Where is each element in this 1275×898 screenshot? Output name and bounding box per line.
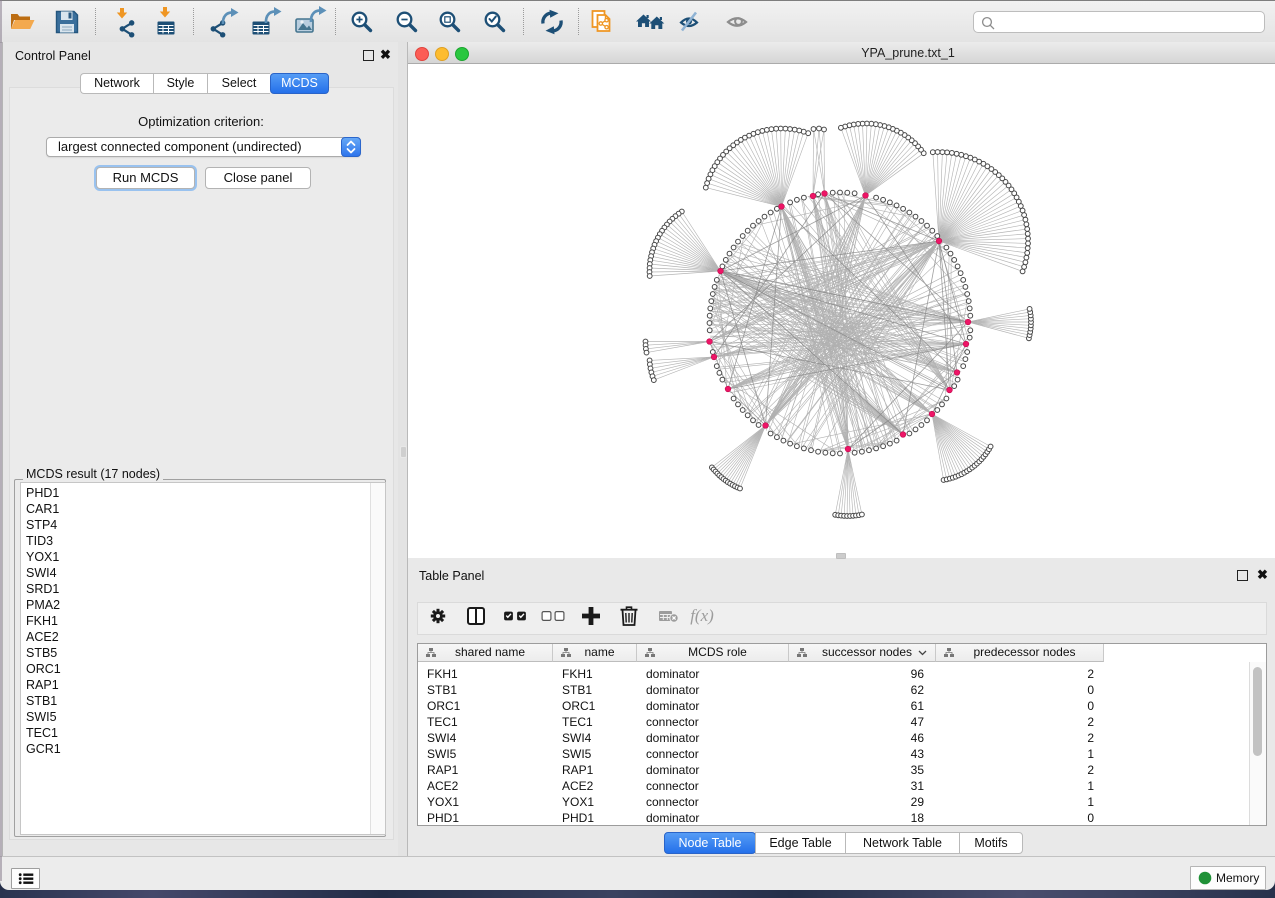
svg-text:f(x): f(x)	[690, 606, 714, 625]
